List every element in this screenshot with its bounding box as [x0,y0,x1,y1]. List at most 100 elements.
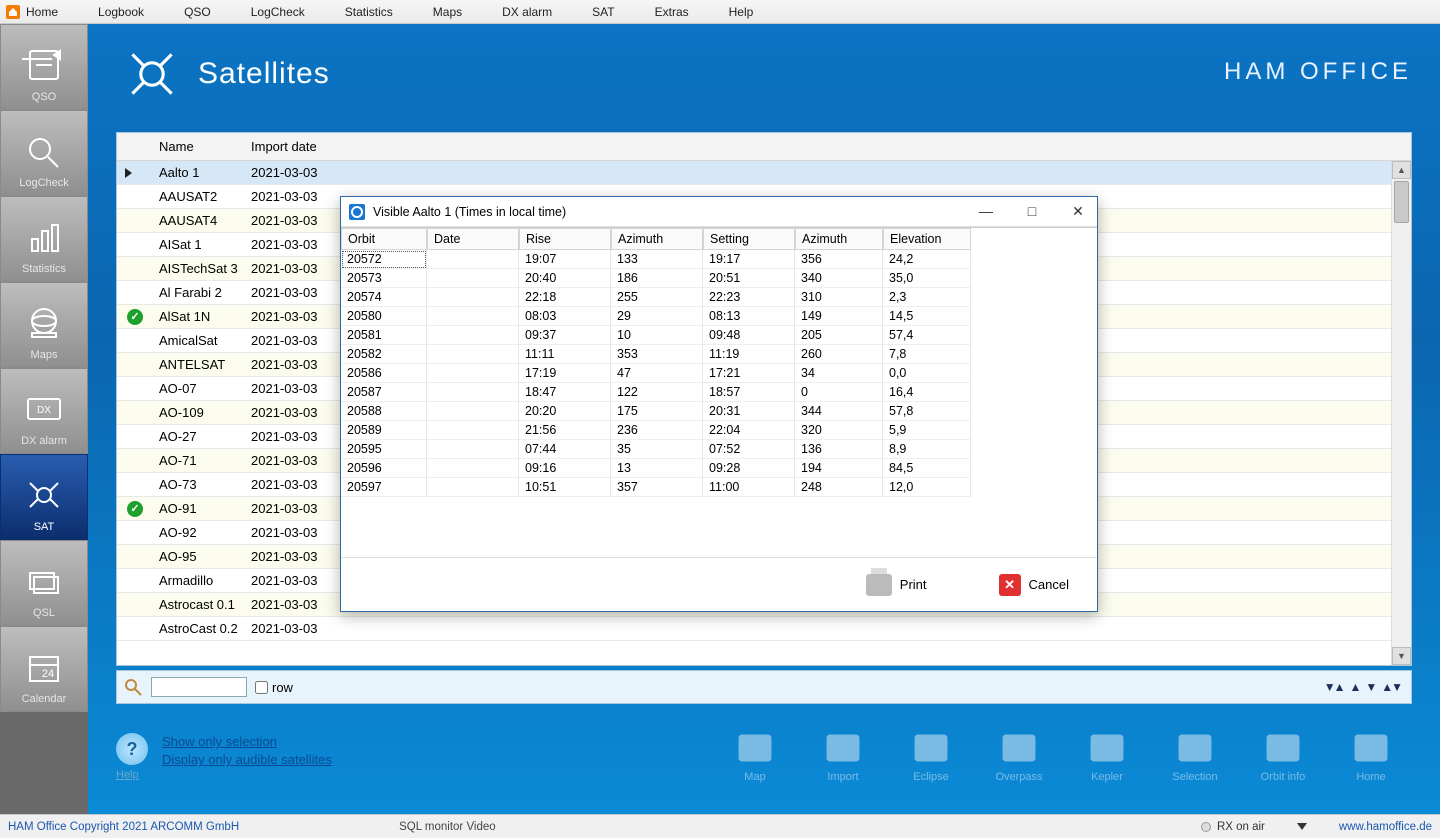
scroll-thumb[interactable] [1394,181,1409,223]
toolbar-dxalarm[interactable]: DXDX alarm [0,368,88,454]
satellite-list-header: Name Import date [117,133,1411,161]
menu-help[interactable]: Help [729,5,754,19]
toolbar-qsl[interactable]: QSL [0,540,88,626]
toolbar-label: QSL [33,607,55,619]
nav-first-icon[interactable]: ▼▲ [1324,680,1344,694]
passes-col-header[interactable]: Setting [703,228,795,250]
action-home[interactable]: Home [1340,731,1402,783]
toolbar-sat[interactable]: SAT [0,454,88,540]
pass-cell-date [427,440,519,459]
menu-maps[interactable]: Maps [433,5,462,19]
nav-next-icon[interactable]: ▼ [1365,680,1375,694]
pass-row[interactable]: 2058617:194717:21340,0 [341,364,1097,383]
help-label[interactable]: Help [116,769,148,781]
satellite-name: AO-71 [153,453,251,468]
satellite-row[interactable]: Aalto 12021-03-03 [117,161,1391,185]
page-title: Satellites [198,57,330,91]
action-eclipse[interactable]: Eclipse [900,731,962,783]
pass-cell-rise: 19:07 [519,250,611,269]
satellite-date: 2021-03-03 [251,573,318,588]
pass-cell-orbit: 20572 [341,250,427,269]
col-header-name[interactable]: Name [153,139,251,154]
pass-cell-rise: 09:37 [519,326,611,345]
vertical-scrollbar[interactable]: ▲ ▼ [1391,161,1411,665]
popup-titlebar[interactable]: Visible Aalto 1 (Times in local time) — … [341,197,1097,227]
satellite-name: AISTechSat 3 [153,261,251,276]
pass-cell-setting: 19:17 [703,250,795,269]
col-header-date[interactable]: Import date [251,139,317,154]
pass-cell-az2: 136 [795,440,883,459]
satellite-date: 2021-03-03 [251,621,318,636]
passes-col-header[interactable]: Azimuth [611,228,703,250]
menu-logbook[interactable]: Logbook [98,5,144,19]
close-button[interactable]: ✕ [1067,203,1089,220]
pass-row[interactable]: 2058820:2017520:3134457,8 [341,402,1097,421]
pass-row[interactable]: 2057219:0713319:1735624,2 [341,250,1097,269]
menu-home[interactable]: Home [26,5,58,19]
pass-row[interactable]: 2059710:5135711:0024812,0 [341,478,1097,497]
print-button[interactable]: Print [866,574,927,596]
action-selection[interactable]: Selection [1164,731,1226,783]
passes-col-header[interactable]: Date [427,228,519,250]
pass-row[interactable]: 2059609:161309:2819484,5 [341,459,1097,478]
toolbar-calendar[interactable]: 24Calendar [0,626,88,712]
link-show-selection[interactable]: Show only selection [162,733,332,751]
menu-qso[interactable]: QSO [184,5,211,19]
menu-dx-alarm[interactable]: DX alarm [502,5,552,19]
pass-cell-az1: 10 [611,326,703,345]
toolbar-maps[interactable]: Maps [0,282,88,368]
nav-last-icon[interactable]: ▲▼ [1381,680,1401,694]
satellite-row[interactable]: AstroCast 0.22021-03-03 [117,617,1391,641]
passes-col-header[interactable]: Orbit [341,228,427,250]
nav-prev-icon[interactable]: ▲ [1349,680,1359,694]
scroll-up-arrow[interactable]: ▲ [1392,161,1411,179]
list-nav-controls[interactable]: ▼▲ ▲ ▼ ▲▼ [1324,680,1401,694]
pass-row[interactable]: 2058718:4712218:57016,4 [341,383,1097,402]
satellite-date: 2021-03-03 [251,309,318,324]
link-audible-sats[interactable]: Display only audible satellites [162,751,332,769]
menu-sat[interactable]: SAT [592,5,614,19]
action-kepler[interactable]: Kepler [1076,731,1138,783]
action-map[interactable]: Map [724,731,786,783]
pass-cell-orbit: 20574 [341,288,427,307]
minimize-button[interactable]: — [975,203,997,220]
pass-row[interactable]: 2058921:5623622:043205,9 [341,421,1097,440]
bottom-actions: Map Import Eclipse Overpass Kepler Selection O… [724,731,1402,783]
passes-col-header[interactable]: Elevation [883,228,971,250]
rx-led-icon [1201,822,1211,832]
action-import[interactable]: Import [812,731,874,783]
cancel-button[interactable]: ✕ Cancel [999,574,1069,596]
pass-row[interactable]: 2057320:4018620:5134035,0 [341,269,1097,288]
pass-cell-date [427,345,519,364]
scroll-down-arrow[interactable]: ▼ [1392,647,1411,665]
satellite-date: 2021-03-03 [251,501,318,516]
pass-row[interactable]: 2057422:1825522:233102,3 [341,288,1097,307]
pass-row[interactable]: 2058211:1135311:192607,8 [341,345,1097,364]
dropdown-icon[interactable] [1297,823,1307,830]
passes-col-header[interactable]: Rise [519,228,611,250]
action-label: Map [744,771,765,783]
help-icon[interactable]: ? [116,733,148,765]
toolbar-label: LogCheck [19,177,69,189]
pass-cell-setting: 09:28 [703,459,795,478]
maximize-button[interactable]: □ [1021,203,1043,220]
pass-cell-rise: 22:18 [519,288,611,307]
website-link[interactable]: www.hamoffice.de [1339,821,1432,833]
menu-logcheck[interactable]: LogCheck [251,5,305,19]
pass-row[interactable]: 2058109:371009:4820557,4 [341,326,1097,345]
pass-row[interactable]: 2059507:443507:521368,9 [341,440,1097,459]
row-checkbox-label[interactable]: row [255,680,293,695]
action-orbit-info[interactable]: Orbit info [1252,731,1314,783]
row-checkbox[interactable] [255,681,268,694]
toolbar-statistics[interactable]: Statistics [0,196,88,282]
satellite-date: 2021-03-03 [251,597,318,612]
passes-col-header[interactable]: Azimuth [795,228,883,250]
toolbar-logcheck[interactable]: LogCheck [0,110,88,196]
pass-row[interactable]: 2058008:032908:1314914,5 [341,307,1097,326]
search-input[interactable] [151,677,247,697]
menu-statistics[interactable]: Statistics [345,5,393,19]
toolbar-qso[interactable]: QSO [0,24,88,110]
menu-extras[interactable]: Extras [655,5,689,19]
action-overpass[interactable]: Overpass [988,731,1050,783]
rx-status: RX on air [1201,821,1265,833]
